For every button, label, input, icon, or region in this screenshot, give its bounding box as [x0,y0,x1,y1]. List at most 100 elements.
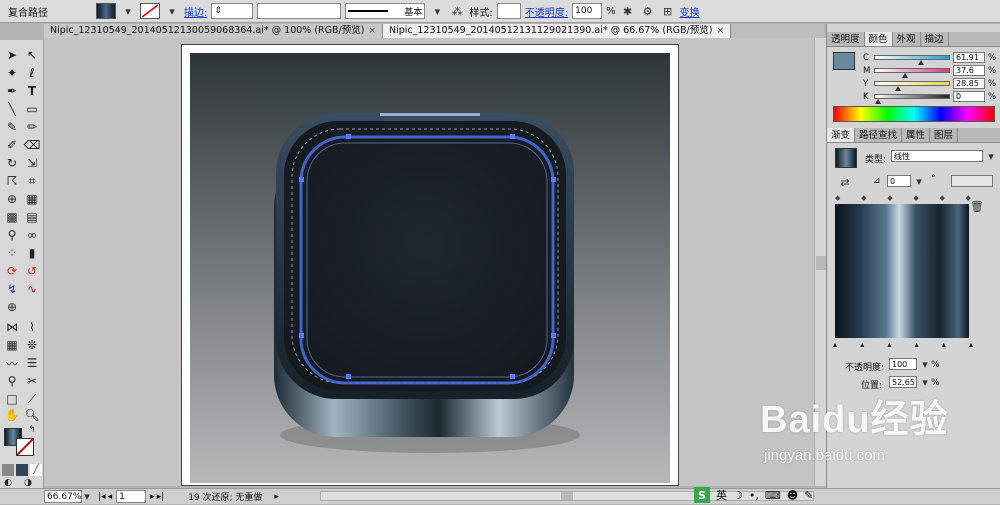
page-select[interactable]: 1 [116,490,147,503]
keyboard-icon[interactable]: ⌨ [765,489,781,502]
moon-icon[interactable]: ☽ [733,489,743,502]
spectrum-bar[interactable] [833,106,995,122]
document-tab-2[interactable]: Nipic_12310549_20140512131129021390.ai* … [382,24,731,38]
swap-colors-icon[interactable]: ↰ [26,424,38,436]
vertical-scroll-thumb[interactable] [816,256,826,270]
stroke-swatch[interactable] [140,3,160,19]
ime-logo-icon[interactable]: S [694,487,710,503]
user-icon[interactable]: ☻ [787,489,798,502]
gradient-tool-icon[interactable]: ▤ [22,208,42,226]
selection-tool-icon[interactable]: ➤ [2,46,22,64]
artboard[interactable] [181,44,679,486]
channel-slider[interactable] [874,55,950,65]
eyedropper-icon[interactable]: ⚲ [2,226,22,244]
measure-icon[interactable]: ✂ [22,372,42,390]
type-tool-icon[interactable]: T [22,82,42,100]
chevron-down-icon[interactable]: ▾ [911,173,927,189]
blob-brush-icon[interactable]: ✐ [2,136,22,154]
gradient-preview-swatch[interactable] [835,148,857,168]
tools-icon[interactable]: ✎ [804,489,813,502]
screen-mode-icon[interactable]: ◑ [22,478,34,488]
draw-mode-icon[interactable]: ◐ [2,478,14,488]
brush-select[interactable]: 基本 [345,3,426,19]
mesh-grid-icon[interactable]: ▦ [2,336,22,354]
align-icon[interactable]: ⁂ [449,3,465,19]
close-icon[interactable]: × [716,24,724,38]
hand-tool-icon[interactable]: ✋ [2,406,22,424]
curvature-icon[interactable]: ↯ [2,280,22,298]
stop-opacity-input[interactable]: 100 [889,358,917,370]
pen-tool-icon[interactable]: ✒ [2,82,22,100]
tab-color[interactable]: 颜色 [864,32,893,46]
mesh-tool-icon[interactable]: ▩ [2,208,22,226]
first-page-icon[interactable]: |◂ [98,492,106,502]
channel-value[interactable]: 28.85 [953,78,985,89]
gradient-mode-icon[interactable] [16,464,28,476]
brush-dropdown-icon[interactable]: ▾ [429,3,445,19]
column-graph-icon[interactable]: ▮ [22,244,42,262]
chevron-down-icon[interactable]: ▾ [120,3,136,19]
delete-stop-icon[interactable]: 🗑︎ [969,198,985,214]
style-select[interactable] [496,3,521,19]
color-mode-icon[interactable] [2,464,14,476]
reverse-gradient-icon[interactable]: ⇄ [837,174,853,190]
magic-wand-icon[interactable]: ✦ [2,64,22,82]
path-icon[interactable]: ∿ [22,280,42,298]
eyedropper-alt-icon[interactable]: ⚲ [2,372,22,390]
stop-position-input[interactable]: 52.65 [889,376,917,388]
gradient-type-select[interactable]: 线性 [891,150,983,162]
last-page-icon[interactable]: ▸| [157,492,165,502]
punctuation-icon[interactable]: •, [749,489,759,502]
tab-gradient[interactable]: 渐变 [827,128,856,142]
scale-tool-icon[interactable]: ⇲ [22,154,42,172]
slider-knob[interactable] [875,99,881,104]
width-tool-icon[interactable]: ⟳ [2,262,22,280]
opacity-link[interactable]: 不透明度: [525,4,568,19]
variable-width-select[interactable] [257,3,342,19]
document-tab-1[interactable]: Nipic_12310549_20140512130059068364.ai* … [44,24,383,38]
transform-link[interactable]: 变换 [680,4,700,19]
list-icon[interactable]: ☰ [22,354,42,372]
angle-input[interactable]: 0 [887,175,911,187]
current-color-swatch[interactable] [833,52,855,70]
eraser-icon[interactable]: ⌫ [22,136,42,154]
blend-tool-icon[interactable]: ∞ [22,226,42,244]
artboard-tool-icon[interactable]: ⋈ [2,318,22,336]
free-transform-icon[interactable]: ⌗ [22,172,42,190]
channel-value[interactable]: 0 [953,91,985,102]
transform-grid-icon[interactable]: ⊞ [660,3,676,19]
perspective-grid-icon[interactable]: ▦ [22,190,42,208]
tab-pathfinder[interactable]: 路径查找 [855,128,903,142]
chevron-down-icon[interactable]: ▾ [983,148,999,164]
warp-shape-icon[interactable]: ❊ [22,336,42,354]
gradient-ramp[interactable] [835,204,969,338]
recolor-icon[interactable]: ✱ [620,3,636,19]
gradient-color-stops[interactable]: ▴ ▴ ▴ ▴ ▴ ▴ [833,340,973,349]
tab-layers[interactable]: 图层 [930,128,959,142]
tab-transparency[interactable]: 透明度 [827,32,865,46]
warp-tool-icon[interactable]: ☈ [2,172,22,190]
channel-value[interactable]: 37.6 [953,65,985,76]
channel-slider[interactable] [874,81,950,91]
ime-language[interactable]: 英 [716,487,727,503]
reshape-icon[interactable]: ↺ [22,262,42,280]
paintbrush-icon[interactable]: ✎ [2,118,22,136]
zoom-select[interactable]: 66.67% [44,490,82,503]
rectangle-tool-icon[interactable]: ▭ [22,100,42,118]
fill-swatch[interactable] [96,3,116,19]
prev-page-icon[interactable]: ◂ [108,492,113,502]
tab-appearance[interactable]: 外观 [893,32,921,46]
stroke-link[interactable]: 描边: [184,4,207,19]
tab-attributes[interactable]: 属性 [902,128,931,142]
chevron-down-icon[interactable]: ▾ [82,489,92,505]
chevron-down-icon[interactable]: ▾ [164,3,180,19]
status-menu-icon[interactable]: ▸ [274,492,279,502]
tab-stroke[interactable]: 描边 [921,32,949,46]
none-mode-icon[interactable]: ╱ [30,464,42,476]
channel-slider[interactable] [874,68,950,78]
next-page-icon[interactable]: ▸ [150,492,155,502]
opacity-input[interactable]: 100 [572,3,603,19]
symbol-sprayer-icon[interactable]: ⁘ [2,244,22,262]
stroke-weight-input[interactable]: ⇕ [211,3,254,19]
direct-selection-tool-icon[interactable]: ↖ [22,46,42,64]
